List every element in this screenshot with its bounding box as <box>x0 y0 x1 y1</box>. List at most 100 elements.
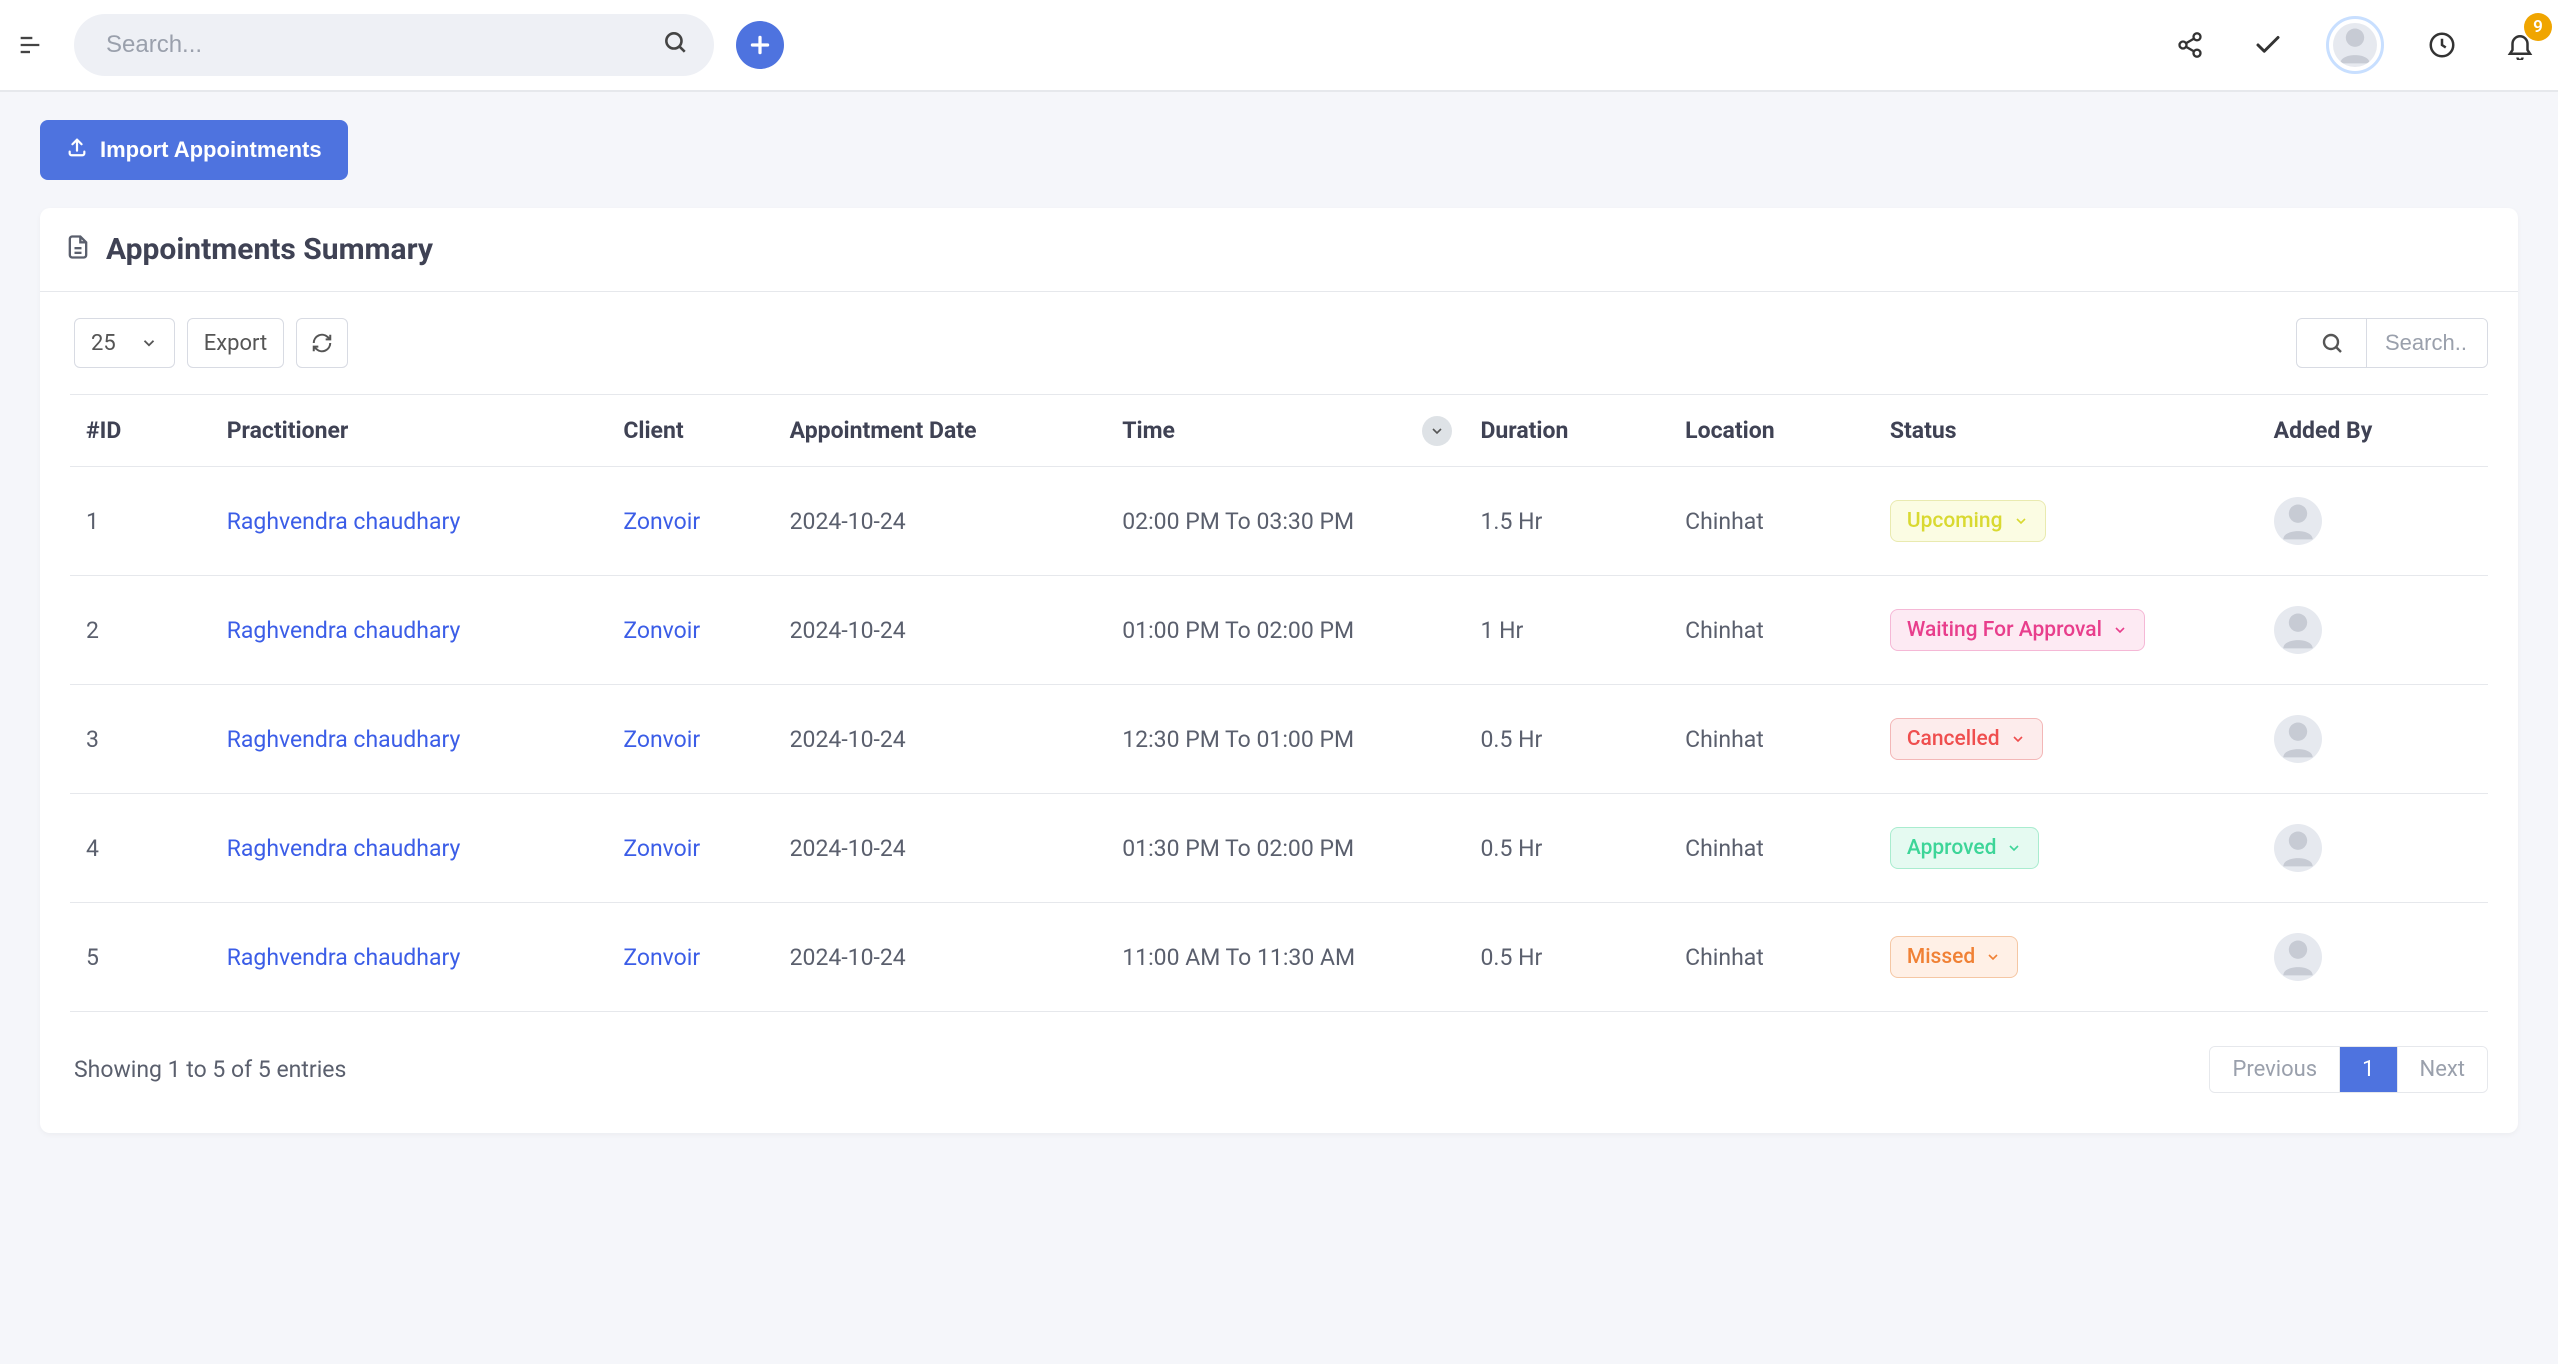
added-by-avatar[interactable] <box>2274 933 2322 981</box>
global-search[interactable] <box>74 14 714 76</box>
col-practitioner[interactable]: Practitioner <box>211 395 608 467</box>
status-pill[interactable]: Waiting For Approval <box>1890 609 2145 651</box>
showing-entries-text: Showing 1 to 5 of 5 entries <box>74 1056 346 1083</box>
status-label: Waiting For Approval <box>1907 618 2102 642</box>
status-label: Missed <box>1907 945 1975 969</box>
page-body: Import Appointments Appointments Summary… <box>0 92 2558 1161</box>
client-link[interactable]: Zonvoir <box>623 944 700 971</box>
chevron-down-icon <box>2010 731 2026 747</box>
table-row: 5 Raghvendra chaudhary Zonvoir 2024-10-2… <box>70 903 2488 1012</box>
share-icon[interactable] <box>2170 25 2210 65</box>
practitioner-link[interactable]: Raghvendra chaudhary <box>227 617 461 644</box>
client-link[interactable]: Zonvoir <box>623 726 700 753</box>
cell-duration: 0.5 Hr <box>1464 794 1669 903</box>
pagination: Previous 1 Next <box>2209 1046 2488 1093</box>
panel-title: Appointments Summary <box>106 232 433 267</box>
search-icon[interactable] <box>662 29 688 61</box>
cell-added-by <box>2258 794 2488 903</box>
table-search-input[interactable] <box>2367 319 2487 367</box>
col-date[interactable]: Appointment Date <box>774 395 1107 467</box>
panel-header: Appointments Summary <box>40 208 2518 292</box>
upload-icon <box>66 136 88 164</box>
chevron-down-icon <box>2112 622 2128 638</box>
page-size-select[interactable]: 25 <box>74 318 175 368</box>
added-by-avatar[interactable] <box>2274 497 2322 545</box>
search-icon <box>2297 319 2367 367</box>
col-client[interactable]: Client <box>607 395 773 467</box>
cell-id: 1 <box>70 467 211 576</box>
search-input[interactable] <box>104 30 684 60</box>
cell-time: 11:00 AM To 11:30 AM <box>1106 903 1464 1012</box>
cell-id: 4 <box>70 794 211 903</box>
appointments-panel: Appointments Summary 25 Export <box>40 208 2518 1133</box>
col-location[interactable]: Location <box>1669 395 1874 467</box>
cell-location: Chinhat <box>1669 903 1874 1012</box>
client-link[interactable]: Zonvoir <box>623 508 700 535</box>
cell-status: Upcoming <box>1874 467 2258 576</box>
col-status[interactable]: Status <box>1874 395 2258 467</box>
cell-location: Chinhat <box>1669 576 1874 685</box>
table-toolbar: 25 Export <box>40 292 2518 384</box>
practitioner-link[interactable]: Raghvendra chaudhary <box>227 726 461 753</box>
cell-status: Approved <box>1874 794 2258 903</box>
pager-previous[interactable]: Previous <box>2210 1047 2339 1092</box>
add-button[interactable] <box>736 21 784 69</box>
document-icon <box>64 233 92 267</box>
client-link[interactable]: Zonvoir <box>623 835 700 862</box>
sort-indicator-icon <box>1422 416 1452 446</box>
pager-next[interactable]: Next <box>2397 1047 2487 1092</box>
notifications-button[interactable]: 9 <box>2500 25 2540 65</box>
status-label: Cancelled <box>1907 727 2000 751</box>
refresh-icon <box>311 332 333 354</box>
col-time[interactable]: Time <box>1106 395 1464 467</box>
cell-date: 2024-10-24 <box>774 903 1107 1012</box>
cell-date: 2024-10-24 <box>774 576 1107 685</box>
table-search[interactable] <box>2296 318 2488 368</box>
added-by-avatar[interactable] <box>2274 606 2322 654</box>
menu-toggle-icon[interactable] <box>8 23 52 67</box>
col-duration[interactable]: Duration <box>1464 395 1669 467</box>
status-pill[interactable]: Missed <box>1890 936 2018 978</box>
status-pill[interactable]: Upcoming <box>1890 500 2046 542</box>
avatar-icon <box>2333 23 2377 67</box>
cell-added-by <box>2258 467 2488 576</box>
cell-id: 2 <box>70 576 211 685</box>
cell-time: 01:00 PM To 02:00 PM <box>1106 576 1464 685</box>
export-button[interactable]: Export <box>187 318 285 368</box>
appointments-table: #ID Practitioner Client Appointment Date… <box>70 394 2488 1012</box>
user-avatar[interactable] <box>2326 16 2384 74</box>
cell-added-by <box>2258 903 2488 1012</box>
cell-duration: 1 Hr <box>1464 576 1669 685</box>
practitioner-link[interactable]: Raghvendra chaudhary <box>227 508 461 535</box>
table-row: 1 Raghvendra chaudhary Zonvoir 2024-10-2… <box>70 467 2488 576</box>
added-by-avatar[interactable] <box>2274 824 2322 872</box>
cell-status: Cancelled <box>1874 685 2258 794</box>
pager-page-1[interactable]: 1 <box>2339 1047 2396 1092</box>
status-pill[interactable]: Approved <box>1890 827 2040 869</box>
added-by-avatar[interactable] <box>2274 715 2322 763</box>
cell-time: 01:30 PM To 02:00 PM <box>1106 794 1464 903</box>
clock-icon[interactable] <box>2422 25 2462 65</box>
table-row: 2 Raghvendra chaudhary Zonvoir 2024-10-2… <box>70 576 2488 685</box>
cell-time: 02:00 PM To 03:30 PM <box>1106 467 1464 576</box>
cell-date: 2024-10-24 <box>774 467 1107 576</box>
status-pill[interactable]: Cancelled <box>1890 718 2043 760</box>
col-added-by[interactable]: Added By <box>2258 395 2488 467</box>
cell-location: Chinhat <box>1669 685 1874 794</box>
client-link[interactable]: Zonvoir <box>623 617 700 644</box>
col-time-label: Time <box>1122 417 1175 444</box>
cell-date: 2024-10-24 <box>774 794 1107 903</box>
import-appointments-label: Import Appointments <box>100 137 322 163</box>
cell-date: 2024-10-24 <box>774 685 1107 794</box>
practitioner-link[interactable]: Raghvendra chaudhary <box>227 944 461 971</box>
cell-location: Chinhat <box>1669 794 1874 903</box>
topbar-right: 9 <box>2170 16 2540 74</box>
cell-duration: 1.5 Hr <box>1464 467 1669 576</box>
refresh-button[interactable] <box>296 318 348 368</box>
practitioner-link[interactable]: Raghvendra chaudhary <box>227 835 461 862</box>
col-id[interactable]: #ID <box>70 395 211 467</box>
check-icon[interactable] <box>2248 25 2288 65</box>
table-footer: Showing 1 to 5 of 5 entries Previous 1 N… <box>40 1012 2518 1133</box>
import-appointments-button[interactable]: Import Appointments <box>40 120 348 180</box>
cell-added-by <box>2258 685 2488 794</box>
